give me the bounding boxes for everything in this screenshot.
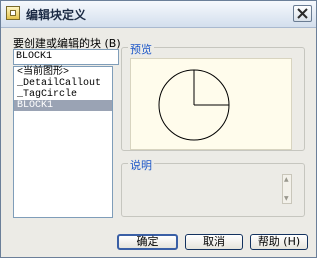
close-button[interactable]	[293, 5, 312, 22]
preview-label: 预览	[128, 41, 154, 57]
title-bar[interactable]: 编辑块定义	[1, 1, 316, 28]
block-preview-graphic	[158, 69, 230, 141]
ok-button[interactable]: 确定	[117, 234, 178, 250]
list-item[interactable]: <当前图形>	[14, 67, 112, 78]
scroll-up-icon: ▲	[284, 176, 289, 183]
preview-group: 预览	[121, 41, 305, 151]
help-button[interactable]: 帮助 (H)	[250, 234, 308, 250]
block-name-input[interactable]: BLOCK1	[13, 49, 119, 65]
edit-block-definition-dialog: 编辑块定义 要创建或编辑的块 (B) BLOCK1 <当前图形> _Detail…	[0, 0, 317, 258]
list-item-selected[interactable]: BLOCK1	[14, 100, 112, 111]
window-title: 编辑块定义	[26, 8, 87, 22]
list-item[interactable]: _DetailCallout	[14, 78, 112, 89]
list-item[interactable]: _TagCircle	[14, 89, 112, 100]
close-icon	[297, 8, 308, 19]
block-icon	[6, 6, 20, 20]
description-text	[128, 174, 294, 214]
cancel-button[interactable]: 取消	[185, 234, 243, 250]
description-scrollbar[interactable]: ▲ ▼	[282, 174, 292, 204]
preview-panel	[130, 58, 292, 150]
description-group: 说明 ▲ ▼	[121, 157, 305, 217]
scroll-down-icon: ▼	[284, 195, 289, 202]
block-list[interactable]: <当前图形> _DetailCallout _TagCircle BLOCK1	[13, 66, 113, 218]
description-label: 说明	[128, 157, 154, 173]
